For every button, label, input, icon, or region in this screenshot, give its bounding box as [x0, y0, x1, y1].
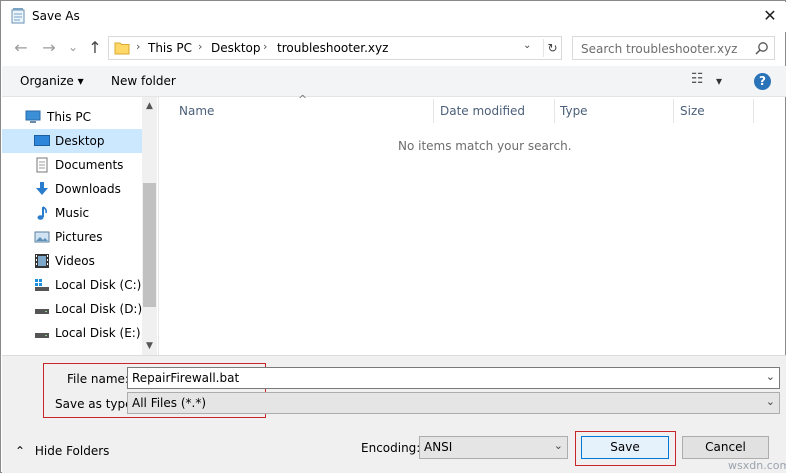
title-bar	[2, 2, 786, 32]
os-drive-icon	[35, 279, 49, 291]
new-folder-button[interactable]: New folder	[111, 74, 176, 88]
search-placeholder: Search troubleshooter.xyz	[581, 42, 738, 56]
computer-icon	[25, 110, 41, 123]
save-as-type-select[interactable]: All Files (*.*) ⌄	[127, 392, 780, 414]
sidebar-item-label: Local Disk (C:)	[55, 278, 142, 292]
sidebar-item-pictures[interactable]: Pictures	[2, 225, 142, 249]
forward-icon[interactable]: →	[40, 38, 58, 58]
sidebar-item-documents[interactable]: Documents	[2, 153, 142, 177]
sidebar-item-label: Local Disk (E:)	[55, 326, 141, 340]
save-as-type-value: All Files (*.*)	[132, 396, 207, 410]
chevron-down-icon[interactable]: ⌄	[766, 395, 775, 408]
navigation-pane: This PC Desktop Documents Downloads Musi…	[2, 97, 157, 355]
sidebar-item-local-disk-e[interactable]: Local Disk (E:)	[2, 321, 142, 345]
column-divider[interactable]	[554, 99, 555, 123]
view-options-icon[interactable]: ☷	[691, 71, 704, 87]
encoding-value: ANSI	[424, 440, 453, 454]
documents-icon	[36, 157, 48, 173]
sidebar-item-desktop[interactable]: Desktop	[2, 129, 142, 153]
sidebar-item-videos[interactable]: Videos	[2, 249, 142, 273]
sidebar-item-music[interactable]: Music	[2, 201, 142, 225]
organize-menu[interactable]: Organize ▾	[20, 74, 84, 88]
column-header-name[interactable]: Name	[179, 104, 214, 130]
save-as-type-label: Save as type:	[55, 397, 137, 411]
sidebar-item-label: Local Disk (D:)	[55, 302, 143, 316]
column-divider[interactable]	[433, 99, 434, 123]
search-icon[interactable]	[755, 41, 769, 55]
drive-icon	[35, 309, 49, 314]
sidebar-item-label: This PC	[47, 110, 91, 124]
notepad-icon	[11, 8, 25, 24]
sidebar-item-local-disk-c[interactable]: Local Disk (C:)	[2, 273, 142, 297]
column-divider[interactable]	[673, 99, 674, 123]
downloads-icon	[36, 182, 48, 195]
close-icon[interactable]: ✕	[755, 3, 785, 29]
file-name-value: RepairFirewall.bat	[132, 371, 240, 385]
sidebar-item-label: Videos	[55, 254, 95, 268]
pane-divider	[158, 97, 159, 355]
file-name-label: File name:	[67, 372, 129, 386]
sidebar-item-this-pc[interactable]: This PC	[2, 105, 142, 129]
column-divider[interactable]	[753, 99, 754, 123]
scroll-down-icon[interactable]: ▼	[142, 339, 157, 354]
sidebar-item-downloads[interactable]: Downloads	[2, 177, 142, 201]
empty-list-message: No items match your search.	[398, 139, 572, 153]
save-as-dialog: Save As ✕ ← → ⌄ ↑ › This PC › Desktop › …	[0, 0, 786, 473]
column-header-size[interactable]: Size	[680, 104, 705, 130]
videos-icon	[35, 254, 49, 268]
breadcrumb-sep-icon: ›	[263, 40, 268, 53]
help-icon[interactable]: ?	[754, 73, 771, 90]
sort-ascending-icon: ^	[298, 93, 308, 106]
encoding-label: Encoding:	[361, 441, 421, 455]
file-name-field[interactable]: RepairFirewall.bat ⌄	[127, 367, 780, 389]
music-icon	[37, 206, 47, 220]
sidebar-item-label: Pictures	[55, 230, 103, 244]
breadcrumb-this-pc[interactable]: This PC	[148, 41, 192, 55]
chevron-down-icon[interactable]: ⌄	[554, 439, 563, 452]
command-bar: Organize ▾ New folder ☷ ▾ ?	[2, 66, 786, 97]
chevron-down-icon[interactable]: ⌄	[766, 370, 775, 383]
breadcrumb-sep-icon: ›	[198, 40, 203, 53]
chevron-up-icon: ⌃	[15, 444, 26, 458]
encoding-select[interactable]: ANSI ⌄	[419, 436, 568, 459]
folder-icon	[114, 42, 130, 55]
back-icon[interactable]: ←	[12, 38, 30, 58]
breadcrumb-current-folder[interactable]: troubleshooter.xyz	[277, 41, 388, 55]
column-header-date-modified[interactable]: Date modified	[440, 104, 525, 130]
address-dropdown-icon[interactable]: ⌄	[523, 40, 531, 51]
breadcrumb-sep-icon: ›	[136, 40, 141, 53]
search-box[interactable]: Search troubleshooter.xyz	[572, 36, 775, 60]
drive-icon	[35, 333, 49, 338]
watermark: wsxdn.com	[728, 459, 786, 472]
sidebar-item-label: Downloads	[55, 182, 121, 196]
view-dropdown-icon[interactable]: ▾	[716, 74, 722, 88]
sidebar-item-local-disk-d[interactable]: Local Disk (D:)	[2, 297, 142, 321]
desktop-icon	[34, 135, 50, 146]
address-bar[interactable]: › This PC › Desktop › troubleshooter.xyz…	[108, 36, 562, 60]
hide-folders-toggle[interactable]: ⌃ Hide Folders	[15, 444, 109, 458]
recent-locations-icon[interactable]: ⌄	[64, 37, 82, 57]
breadcrumb-desktop[interactable]: Desktop	[211, 41, 261, 55]
sidebar-item-label: Documents	[55, 158, 124, 172]
column-header-type[interactable]: Type	[560, 104, 588, 130]
pictures-icon	[34, 231, 50, 243]
sidebar-item-label: Desktop	[55, 134, 105, 148]
window-title: Save As	[32, 9, 80, 23]
save-button[interactable]: Save	[581, 436, 669, 459]
hide-folders-label: Hide Folders	[34, 444, 110, 458]
scroll-up-icon[interactable]: ▲	[142, 99, 157, 114]
up-icon[interactable]: ↑	[86, 38, 104, 58]
refresh-icon[interactable]: ↻	[543, 39, 561, 57]
sidebar-item-label: Music	[55, 206, 90, 220]
cancel-button[interactable]: Cancel	[682, 436, 769, 459]
sidebar-scroll-thumb[interactable]	[143, 183, 156, 307]
